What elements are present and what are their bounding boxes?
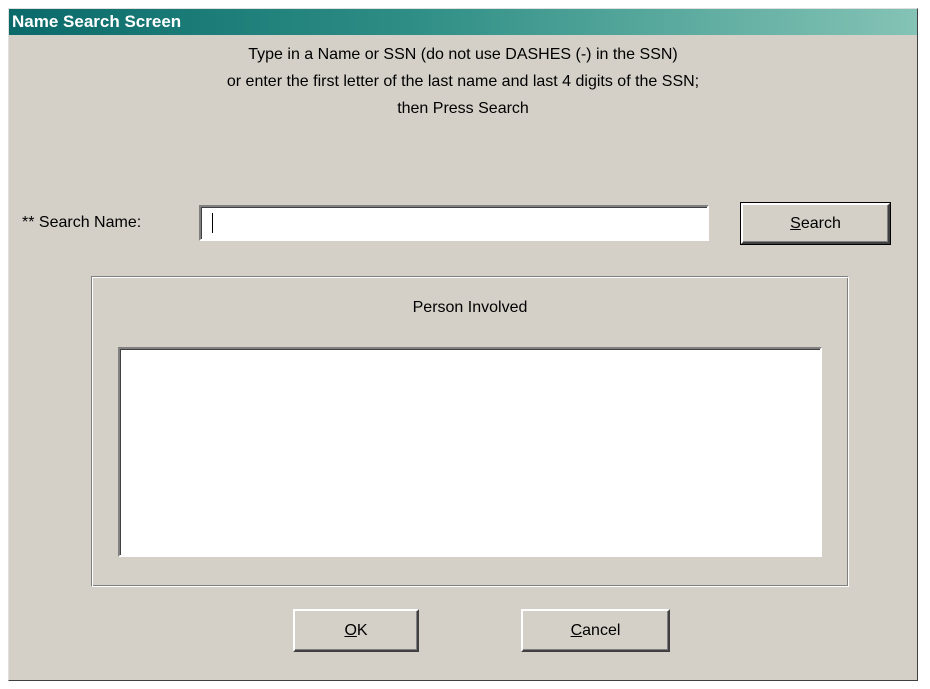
ok-button-label: OK [344,622,368,639]
cancel-button[interactable]: Cancel [521,609,670,652]
cancel-button-label: Cancel [570,622,621,639]
text-caret [212,213,213,233]
person-involved-group: Person Involved [91,276,849,587]
instruction-line-3: then Press Search [397,100,529,117]
search-name-label: ** Search Name: [22,214,142,231]
search-name-input[interactable] [199,205,709,241]
window-title: Name Search Screen [12,12,182,31]
person-involved-title: Person Involved [412,299,528,316]
ok-button[interactable]: OK [293,609,419,652]
instructions: Type in a Name or SSN (do not use DASHES… [9,41,917,122]
search-button[interactable]: Search [740,202,891,245]
search-button-label: Search [790,215,841,232]
person-involved-list[interactable] [118,347,822,557]
instruction-line-1: Type in a Name or SSN (do not use DASHES… [248,46,678,63]
instruction-line-2: or enter the first letter of the last na… [226,73,700,90]
name-search-dialog: Name Search Screen Type in a Name or SSN… [8,8,918,681]
title-bar[interactable]: Name Search Screen [9,9,917,35]
